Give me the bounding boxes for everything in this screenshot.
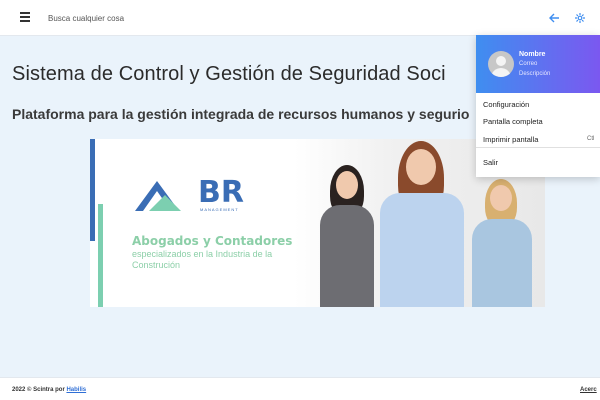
logo-subtext: MANAGEMENT (200, 207, 239, 212)
footer-about-link[interactable]: Acerc (580, 387, 597, 393)
menu-item-pantalla-completa[interactable]: Pantalla completa (483, 117, 543, 126)
banner-description: especializados en la Industria de la Con… (132, 249, 273, 270)
menu-shortcut: Ctl (587, 136, 595, 142)
footer: 2022 © Scintra por Habilis Acerc (0, 377, 600, 400)
company-link[interactable]: Habilis (66, 387, 86, 393)
profile-dropdown: Nombre Correo Descripción Configuración … (476, 35, 600, 177)
menu-item-salir[interactable]: Salir (483, 158, 498, 167)
profile-email: Correo (519, 61, 538, 67)
arrow-left-icon[interactable] (546, 10, 562, 26)
menu-divider (476, 147, 600, 148)
copyright-text: 2022 © Scintra por (12, 387, 65, 393)
br-logo-icon (135, 181, 181, 211)
banner-heading: Abogados y Contadores (132, 234, 293, 248)
profile-name: Nombre (519, 51, 546, 58)
top-bar (0, 0, 600, 36)
hamburger-icon[interactable] (20, 12, 30, 22)
page-subtitle: Plataforma para la gestión integrada de … (12, 106, 470, 122)
gear-icon[interactable] (572, 10, 588, 26)
profile-description: Descripción (519, 71, 551, 77)
menu-item-imprimir-pantalla[interactable]: Imprimir pantalla (483, 135, 538, 144)
avatar (488, 51, 514, 77)
profile-header: Nombre Correo Descripción (476, 35, 600, 93)
copyright: 2022 © Scintra por Habilis (12, 387, 86, 393)
banner-accent-bar (90, 139, 95, 241)
search-input[interactable] (48, 9, 248, 27)
logo-text: BR (198, 175, 244, 210)
banner-accent-bar (98, 204, 103, 307)
page-title: Sistema de Control y Gestión de Segurida… (12, 63, 446, 85)
menu-item-configuracion[interactable]: Configuración (483, 100, 529, 109)
